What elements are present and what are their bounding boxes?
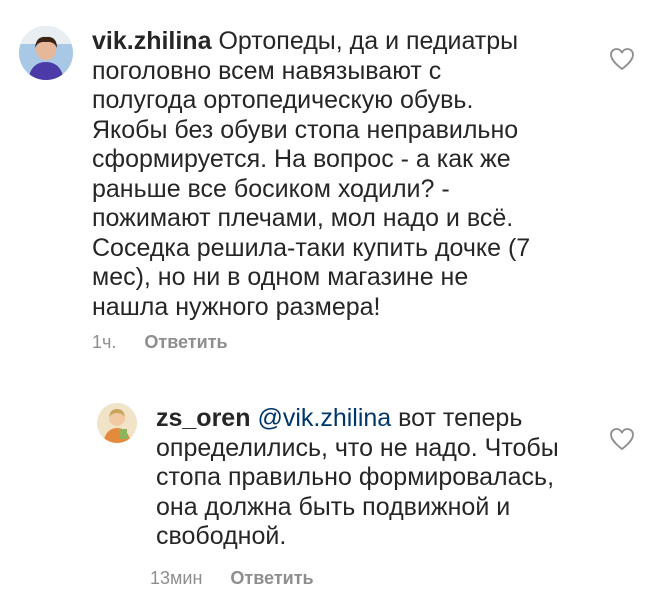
- comment-text-line: она должна быть подвижной и: [156, 492, 511, 521]
- heart-outline-icon[interactable]: [609, 47, 635, 71]
- reply-button[interactable]: Ответить: [230, 568, 313, 589]
- comment-text-line: полугода ортопедическую обувь.: [92, 86, 474, 114]
- comment-text-line: нашла нужного размера!: [92, 292, 381, 321]
- avatar[interactable]: [97, 403, 137, 443]
- comment-body: vik.zhilina Ортопеды, да и педиатры пого…: [92, 27, 612, 322]
- comment-username[interactable]: vik.zhilina: [92, 27, 211, 55]
- comment-timestamp[interactable]: 13мин: [150, 568, 202, 589]
- heart-outline-icon[interactable]: [609, 427, 635, 451]
- comment-text-line: мес), но ни в одном магазине не: [92, 263, 469, 291]
- comment-text-line: Ортопеды, да и педиатры: [218, 27, 519, 55]
- comment-timestamp[interactable]: 1ч.: [92, 332, 116, 353]
- comment-text-line: стопа правильно формировалась,: [156, 463, 555, 491]
- comment-zs-oren: zs_oren @vik.zhilina вот теперь определи…: [0, 370, 668, 600]
- comment-text-line: поголовно всем навязывают с: [92, 56, 442, 85]
- mention-link[interactable]: @vik.zhilina: [257, 404, 391, 432]
- reply-button[interactable]: Ответить: [144, 332, 227, 353]
- comment-body: zs_oren @vik.zhilina вот теперь определи…: [156, 404, 616, 552]
- user-avatar-woman-icon: [19, 26, 73, 80]
- comment-meta: 13мин Ответить: [150, 568, 314, 589]
- comment-text-line: свободной.: [156, 522, 287, 550]
- comment-text-line: Соседка решила-таки купить дочке (7: [92, 233, 531, 262]
- comment-meta: 1ч. Ответить: [92, 332, 228, 353]
- avatar[interactable]: [19, 26, 73, 80]
- comment-text-line: пожимают плечами, мол надо и всё.: [92, 204, 514, 232]
- comment-vik-zhilina: vik.zhilina Ортопеды, да и педиатры пого…: [0, 0, 668, 370]
- comment-text-line: вот теперь: [398, 404, 523, 432]
- comment-text-line: раньше все босиком ходили? -: [92, 174, 450, 203]
- comment-text-line: Якобы без обуви стопа неправильно: [92, 115, 519, 144]
- comment-text-line: определились, что не надо. Чтобы: [156, 433, 559, 462]
- comment-username[interactable]: zs_oren: [156, 404, 250, 432]
- user-avatar-child-icon: [97, 403, 137, 443]
- comment-text-line: сформируется. На вопрос - а как же: [92, 145, 511, 173]
